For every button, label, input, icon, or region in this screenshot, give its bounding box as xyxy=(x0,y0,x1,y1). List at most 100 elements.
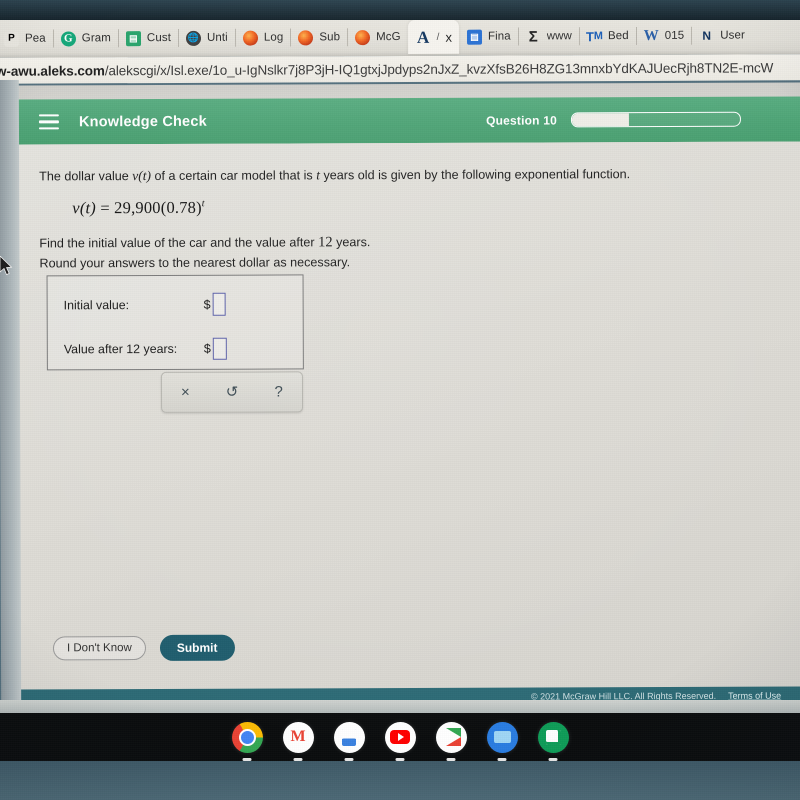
prompt-suffix: years old is given by the following expo… xyxy=(323,167,631,183)
instruction-part-a: Find the initial value of the car and th… xyxy=(39,235,315,251)
prompt-variable-t: t xyxy=(316,167,321,183)
undo-icon[interactable]: ↺ xyxy=(217,384,247,401)
browser-tab-strip: P Pea G Gram ▤ Cust 🌐 Unti Log Sub McG A xyxy=(0,16,800,58)
play-store-icon[interactable] xyxy=(435,721,467,753)
progress-bar-fill xyxy=(571,113,630,127)
url-host: w-awu.aleks.com xyxy=(0,62,105,79)
globe-icon: 🌐 xyxy=(185,30,202,46)
tab-label: Gram xyxy=(81,32,111,45)
browser-tab-aleks-active[interactable]: A / x xyxy=(407,19,460,54)
instruction-years: 12 xyxy=(318,234,333,251)
firefox-icon xyxy=(298,29,314,45)
browser-tab-user[interactable]: N User xyxy=(691,18,752,52)
browser-address-bar[interactable]: w-awu.aleks.com/alekscgi/x/Isl.exe/1o_u-… xyxy=(0,54,800,84)
slash-separator: / xyxy=(436,31,440,43)
desk-surface xyxy=(0,761,800,800)
answer-row-initial-value: Initial value: $ xyxy=(63,292,226,317)
tab-label: Unti xyxy=(206,31,228,44)
nb-icon: N xyxy=(702,28,712,43)
document-icon: ▤ xyxy=(466,29,482,45)
answer-label-initial-value: Initial value: xyxy=(63,297,130,312)
letter-a-icon: A xyxy=(416,27,430,47)
url-path: /alekscgi/x/Isl.exe/1o_u-IgNslkr7j8P3jH-… xyxy=(104,59,774,78)
screenshot-photo: P Pea G Gram ▤ Cust 🌐 Unti Log Sub McG A xyxy=(0,0,800,800)
prompt-middle: of a certain car model that is xyxy=(154,168,313,183)
clear-icon[interactable]: × xyxy=(170,384,200,401)
browser-tab-finance[interactable]: ▤ Fina xyxy=(459,19,518,53)
tab-label: Cust xyxy=(146,32,171,45)
tab-label: Log xyxy=(263,31,284,44)
currency-symbol: $ xyxy=(203,297,211,312)
laptop-top-bezel xyxy=(0,0,800,20)
initial-value-input[interactable] xyxy=(212,292,226,316)
chromeos-shelf: M xyxy=(0,713,800,761)
submit-button[interactable]: Submit xyxy=(159,634,235,661)
math-input-toolbar: × ↺ ? xyxy=(160,371,304,413)
browser-tab-log[interactable]: Log xyxy=(235,20,291,54)
exponential-function-equation: v(t) = 29,900(0.78)t xyxy=(72,198,205,219)
tm-icon: TM xyxy=(585,28,603,44)
help-icon[interactable]: ? xyxy=(264,383,294,400)
terms-of-use-link[interactable]: Terms of Use xyxy=(728,690,781,700)
prompt-prefix: The dollar value xyxy=(39,169,129,184)
hamburger-icon[interactable] xyxy=(38,114,59,130)
tab-label: User xyxy=(720,29,745,42)
action-button-row: I Don't Know Submit xyxy=(52,634,235,662)
url-text: w-awu.aleks.com/alekscgi/x/Isl.exe/1o_u-… xyxy=(0,60,773,78)
google-sheets-icon[interactable] xyxy=(537,721,569,753)
page-title: Knowledge Check xyxy=(78,113,207,130)
pearson-icon: P xyxy=(3,31,20,47)
browser-tab-www[interactable]: Σ www xyxy=(518,19,579,53)
tab-label: McG xyxy=(376,31,401,44)
prompt-arg-t: (t) xyxy=(138,167,152,184)
progress-bar xyxy=(570,111,741,128)
instruction-line-2: Round your answers to the nearest dollar… xyxy=(39,255,351,271)
sigma-icon: Σ xyxy=(528,27,538,45)
firefox-icon xyxy=(355,29,371,45)
browser-tab-grammarly[interactable]: G Gram xyxy=(53,21,118,55)
custom-app-icon: ▤ xyxy=(125,30,141,46)
equation-base: (0.78) xyxy=(160,197,202,217)
files-icon[interactable] xyxy=(486,721,518,753)
tab-label: x xyxy=(445,29,452,45)
instruction-part-b: years. xyxy=(336,235,371,250)
question-counter-label: Question 10 xyxy=(486,112,557,128)
laptop-left-bezel xyxy=(0,79,22,706)
browser-tab-pearson[interactable]: P Pea xyxy=(0,22,53,56)
chrome-icon[interactable] xyxy=(231,721,263,753)
question-prompt: The dollar value v(t) of a certain car m… xyxy=(39,165,679,186)
tab-label: Bed xyxy=(607,30,629,43)
equation-exponent: t xyxy=(201,198,205,210)
gmail-icon[interactable]: M xyxy=(282,721,314,753)
value-after-12-years-input[interactable] xyxy=(212,337,227,360)
tab-label: Pea xyxy=(24,32,46,45)
dont-know-button[interactable]: I Don't Know xyxy=(52,636,146,661)
equation-arg: (t) xyxy=(79,198,97,218)
equation-v: v xyxy=(72,198,80,218)
tab-label: www xyxy=(546,30,572,43)
answer-input-panel: Initial value: $ Value after 12 years: $ xyxy=(46,274,304,371)
equation-eq: = 29,900 xyxy=(100,197,161,218)
question-instructions: Find the initial value of the car and th… xyxy=(39,230,559,273)
answer-label-value-after: Value after 12 years: xyxy=(63,341,178,357)
browser-tab-custom[interactable]: ▤ Cust xyxy=(118,21,178,55)
browser-tab-bed[interactable]: TM Bed xyxy=(579,19,636,53)
youtube-icon[interactable] xyxy=(384,721,416,753)
firefox-icon xyxy=(242,30,258,46)
mouse-cursor xyxy=(0,256,13,276)
word-icon: W xyxy=(643,27,659,44)
currency-symbol: $ xyxy=(203,341,211,356)
google-docs-icon[interactable] xyxy=(333,721,365,753)
browser-tab-mcgraw[interactable]: McG xyxy=(347,20,408,54)
browser-tab-untitled[interactable]: 🌐 Unti xyxy=(178,21,235,55)
question-progress-group: Question 10 xyxy=(486,111,800,128)
answer-row-value-after-12-years: Value after 12 years: $ xyxy=(63,337,227,361)
browser-tab-015[interactable]: W 015 xyxy=(636,19,692,53)
question-content-area: The dollar value v(t) of a certain car m… xyxy=(17,141,800,690)
tab-label: Sub xyxy=(319,31,341,44)
webpage-viewport: Knowledge Check Question 10 The dollar v… xyxy=(16,82,800,707)
browser-tab-sub[interactable]: Sub xyxy=(290,20,347,54)
grammarly-icon: G xyxy=(60,30,76,46)
aleks-app-header: Knowledge Check Question 10 xyxy=(16,96,800,145)
tab-label: 015 xyxy=(664,29,685,42)
